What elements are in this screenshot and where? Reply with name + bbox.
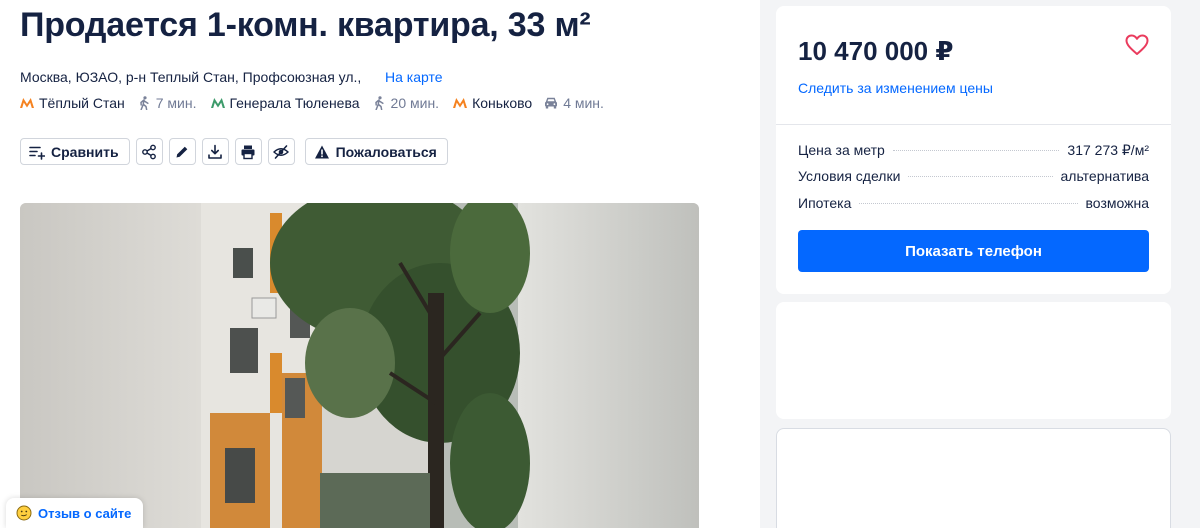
divider <box>776 124 1171 125</box>
metro-name: Коньково <box>472 95 533 111</box>
print-button[interactable] <box>234 138 262 165</box>
metro-icon <box>453 98 468 108</box>
feedback-button[interactable]: Отзыв о сайте <box>6 498 144 528</box>
price: 10 470 000 ₽ <box>798 36 954 66</box>
listing-photo <box>20 203 699 528</box>
show-phone-button[interactable]: Показать телефон <box>798 230 1149 272</box>
page-title: Продается 1-комн. квартира, 33 м² <box>20 6 591 44</box>
metro-item[interactable]: Коньково 4 мин. <box>453 95 604 111</box>
report-label: Пожаловаться <box>335 143 437 160</box>
hide-button[interactable] <box>267 138 295 165</box>
listing-main: Продается 1-комн. квартира, 33 м² Москва… <box>0 0 760 528</box>
sidebar-card-placeholder <box>776 302 1171 419</box>
download-button[interactable] <box>201 138 229 165</box>
sidebar-card-secondary <box>776 428 1171 528</box>
edit-icon <box>176 146 188 157</box>
dotted-leader <box>859 203 1078 204</box>
metro-time: 20 мин. <box>390 95 440 111</box>
walk-icon <box>140 96 149 110</box>
metro-name: Тёплый Стан <box>39 95 125 111</box>
photo-gallery[interactable] <box>20 203 699 528</box>
address[interactable]: Москва, ЮЗАО, р-н Теплый Стан, Профсоюзн… <box>20 69 361 85</box>
metro-item[interactable]: Тёплый Стан 7 мин. <box>20 95 197 111</box>
map-link[interactable]: На карте <box>385 69 443 85</box>
metro-icon <box>20 98 34 108</box>
walk-icon <box>374 96 384 110</box>
metro-icon <box>210 98 225 108</box>
info-label: Ипотека <box>798 195 852 211</box>
compare-icon <box>29 146 45 160</box>
favorite-heart-icon[interactable] <box>1125 34 1149 56</box>
report-button[interactable]: Пожаловаться <box>304 138 448 165</box>
metro-name: Генерала Тюленева <box>229 95 360 111</box>
edit-button[interactable] <box>168 138 196 165</box>
print-icon <box>241 145 255 159</box>
info-value: 317 273 ₽/м² <box>1067 142 1149 158</box>
dotted-leader <box>892 150 1060 151</box>
dotted-leader <box>908 176 1053 177</box>
share-button[interactable] <box>135 138 163 165</box>
car-icon <box>545 97 558 109</box>
metro-time: 4 мин. <box>563 95 604 111</box>
download-icon <box>208 144 222 159</box>
feedback-label: Отзыв о сайте <box>38 505 132 521</box>
compare-button[interactable]: Сравнить <box>20 138 130 165</box>
price-card: 10 470 000 ₽ Следить за изменением цены … <box>776 6 1171 294</box>
listing-toolbar: Сравнить Пожаловаться <box>20 138 454 165</box>
metro-time: 7 мин. <box>155 95 197 111</box>
smiley-icon <box>16 505 32 521</box>
share-icon <box>142 144 156 159</box>
info-row-mortgage: Ипотека возможна <box>798 195 1149 213</box>
info-label: Условия сделки <box>798 168 901 184</box>
metro-item[interactable]: Генерала Тюленева 20 мин. <box>210 95 440 111</box>
watch-price-link[interactable]: Следить за изменением цены <box>798 80 993 96</box>
warning-icon <box>314 145 329 158</box>
info-value: альтернатива <box>1060 168 1150 184</box>
info-row-price-per-meter: Цена за метр 317 273 ₽/м² <box>798 142 1149 160</box>
info-value: возможна <box>1085 195 1149 211</box>
info-label: Цена за метр <box>798 142 885 158</box>
info-row-deal-terms: Условия сделки альтернатива <box>798 168 1149 186</box>
hide-icon <box>273 144 290 159</box>
metro-list: Тёплый Стан 7 мин. Генерала Тюленева 20 … <box>20 94 618 112</box>
compare-label: Сравнить <box>51 143 119 160</box>
